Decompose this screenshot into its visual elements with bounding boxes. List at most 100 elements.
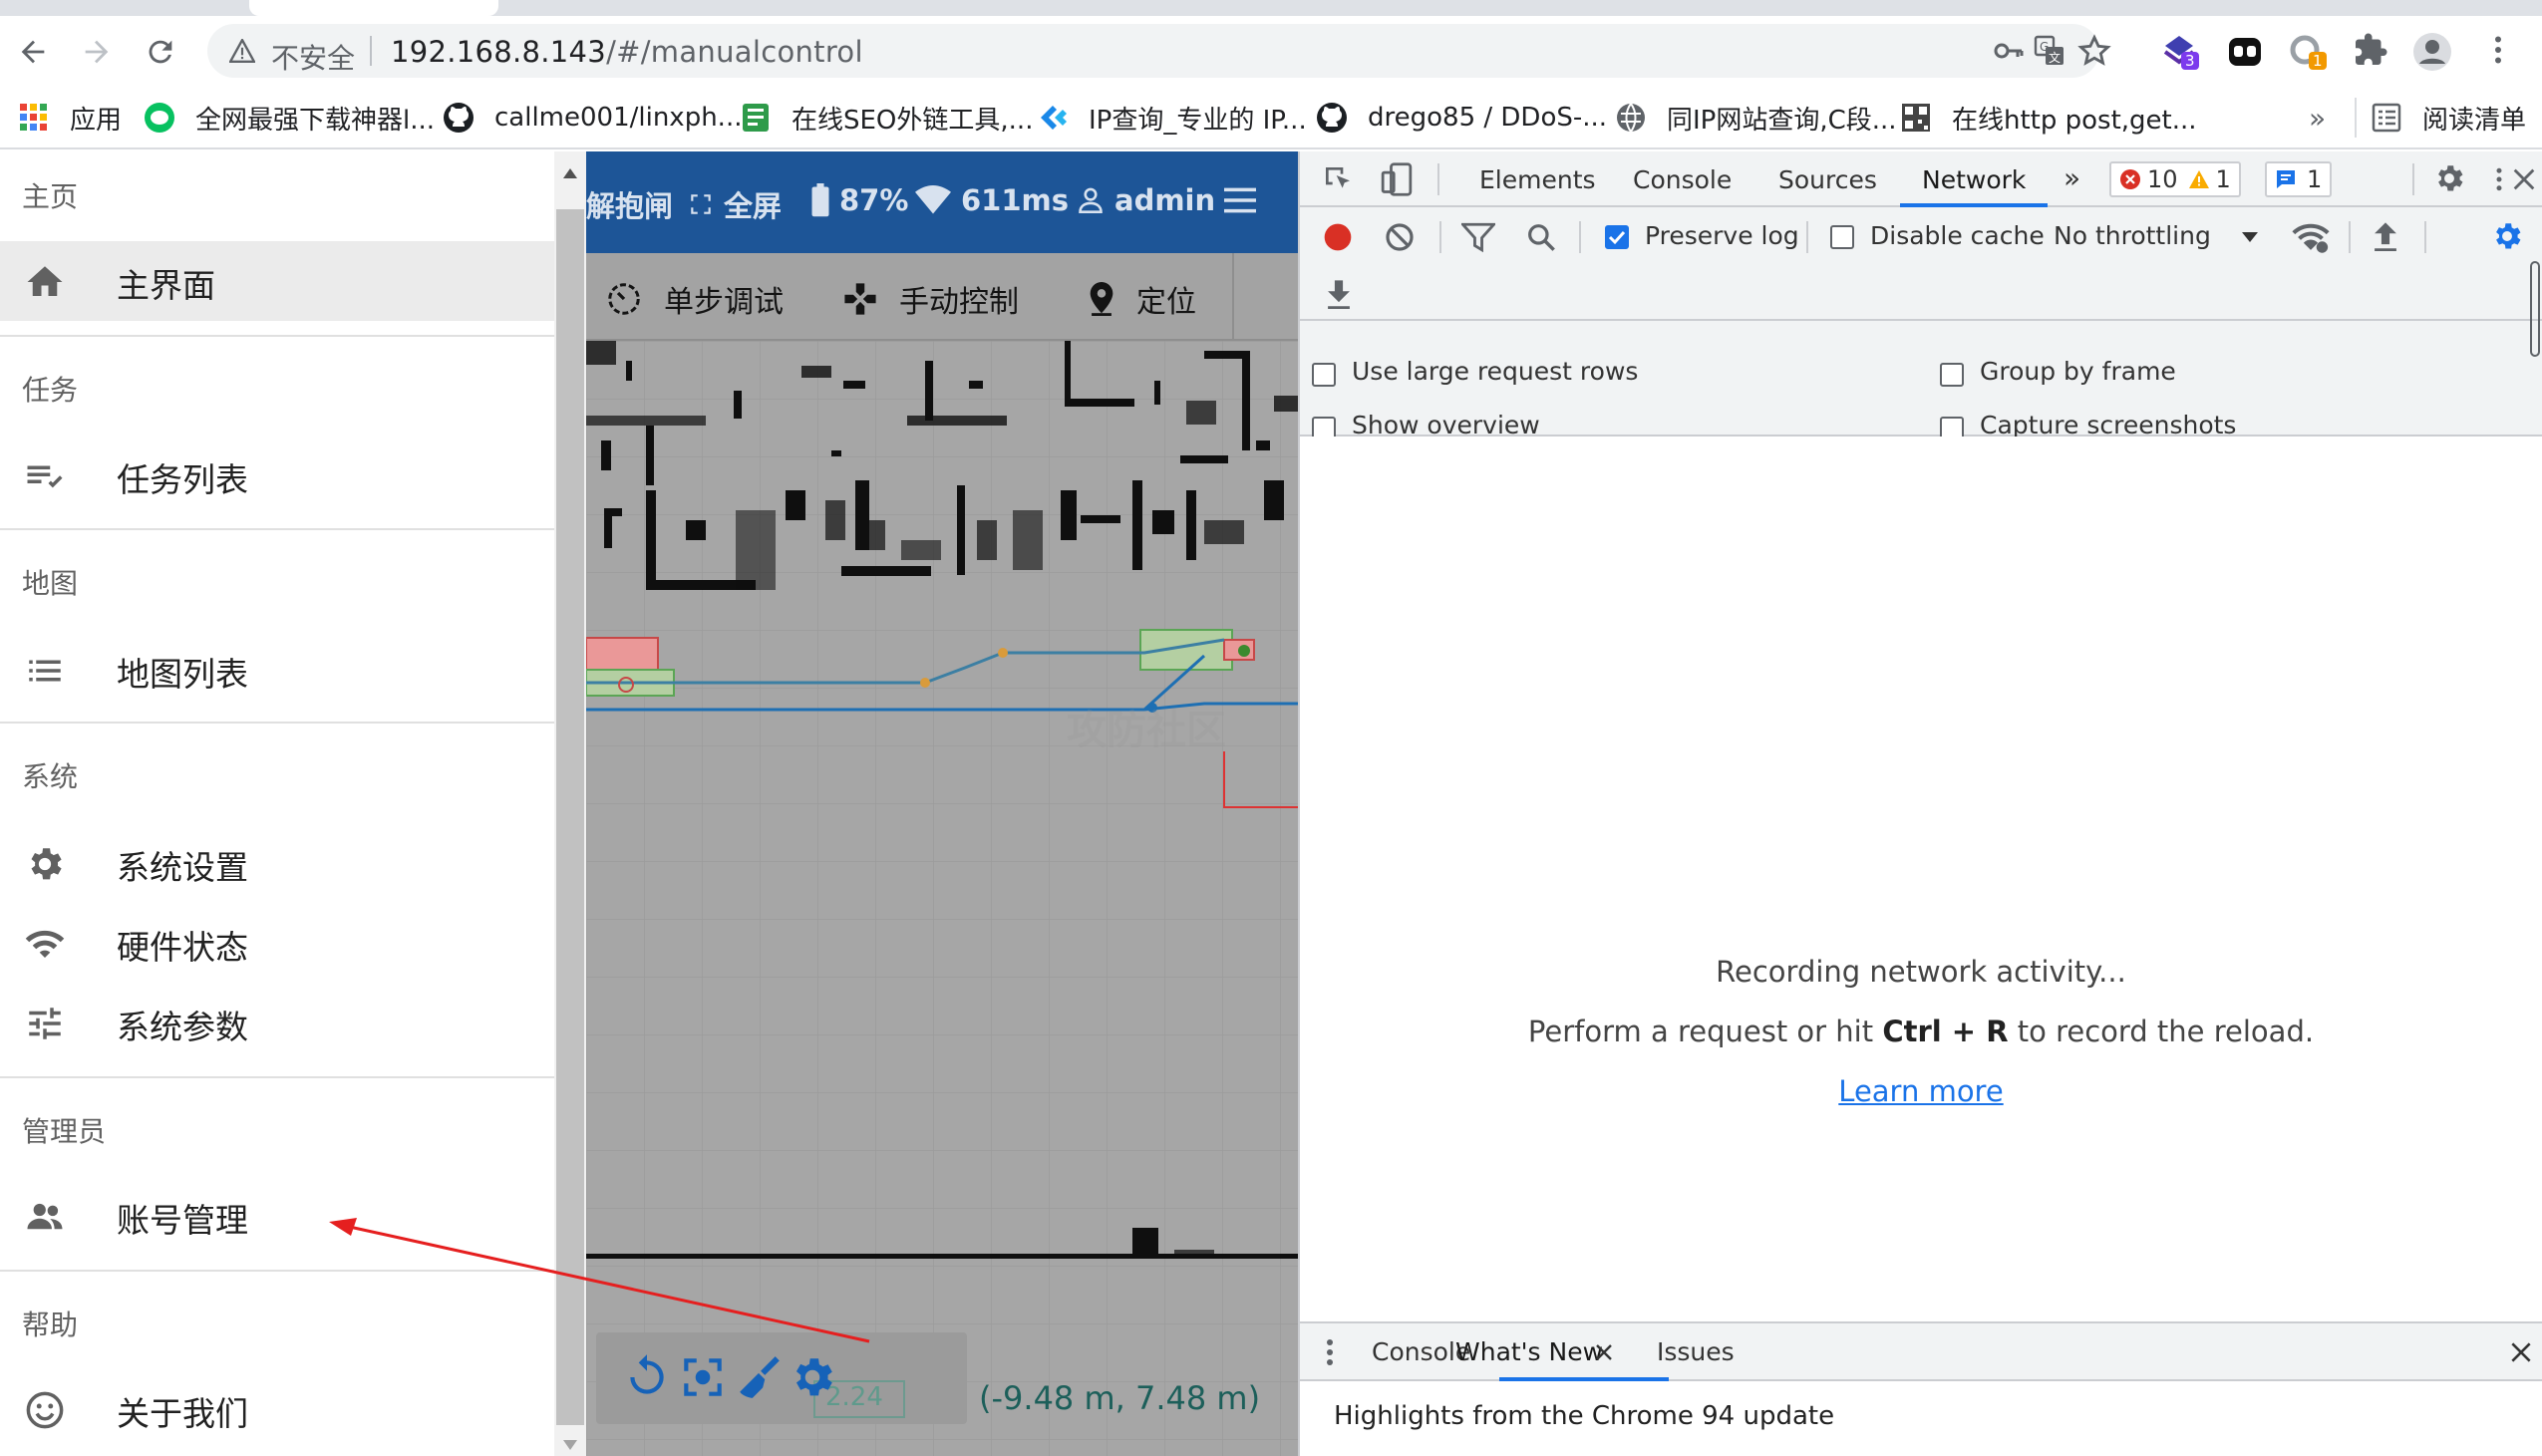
nav-item-system-params[interactable]: 系统参数 — [0, 983, 554, 1062]
rotate-icon[interactable] — [622, 1352, 672, 1402]
record-icon[interactable] — [1322, 221, 1354, 253]
nav-item-task-list[interactable]: 任务列表 — [0, 436, 554, 515]
mode-bar: 单步调试 手动控制 定位 — [586, 253, 1298, 341]
security-label[interactable]: 不安全 — [271, 37, 355, 77]
device-toolbar-icon[interactable] — [1380, 161, 1414, 197]
nav-item-about-us[interactable]: 关于我们 — [0, 1369, 554, 1449]
large-rows-checkbox[interactable] — [1312, 363, 1336, 387]
tab-sources[interactable]: Sources — [1778, 165, 1877, 194]
address-bar[interactable]: 不安全 192.168.8.143/#/manualcontrol G文 — [207, 24, 2111, 78]
messages-counter[interactable]: 1 — [2265, 161, 2333, 197]
forward-button[interactable] — [80, 35, 114, 69]
extension-3-button[interactable]: 1 — [2287, 32, 2327, 72]
reading-list-button[interactable]: 阅读清单 — [2371, 100, 2526, 136]
occupancy-map[interactable] — [586, 341, 1298, 1456]
step-debug-label: 单步调试 — [664, 285, 784, 320]
clear-icon[interactable] — [1384, 221, 1416, 253]
nav-item-map-list[interactable]: 地图列表 — [0, 630, 554, 710]
scroll-up-arrow-icon[interactable] — [562, 167, 578, 179]
more-tabs-button[interactable]: » — [2064, 161, 2080, 194]
issues-counter[interactable]: 10 1 — [2109, 161, 2241, 197]
map-canvas[interactable] — [586, 341, 1298, 1456]
back-button[interactable] — [16, 35, 50, 69]
disable-cache-label[interactable]: Disable cache — [1870, 221, 2045, 250]
focus-center-icon[interactable] — [678, 1352, 728, 1402]
group-by-frame-label[interactable]: Group by frame — [1980, 357, 2176, 386]
import-har-icon[interactable] — [2371, 219, 2400, 253]
bookmark-item[interactable]: 在线SEO外链工具,... — [740, 100, 1033, 136]
clear-broom-icon[interactable] — [734, 1352, 784, 1402]
bookmark-item[interactable]: callme001/linxph... — [443, 100, 742, 136]
bookmark-item[interactable]: drego85 / DDoS-... — [1316, 100, 1607, 136]
show-overview-label[interactable]: Show overview — [1352, 411, 1540, 439]
close-drawer-icon[interactable] — [2508, 1339, 2534, 1365]
drawer-scrollbar[interactable] — [554, 151, 586, 1456]
close-tab-icon[interactable] — [1595, 1343, 1613, 1361]
tab-network[interactable]: Network — [1922, 165, 2026, 194]
bookmark-label: callme001/linxph... — [494, 103, 743, 133]
tab-console[interactable]: Console — [1633, 165, 1732, 194]
learn-more-link[interactable]: Learn more — [1838, 1074, 2003, 1108]
inspect-element-icon[interactable] — [1322, 163, 1354, 195]
export-har-icon[interactable] — [1324, 277, 1354, 311]
search-icon[interactable] — [1525, 221, 1557, 253]
large-rows-label[interactable]: Use large request rows — [1352, 357, 1638, 386]
chevron-down-icon[interactable] — [2241, 231, 2259, 243]
network-conditions-icon[interactable] — [2291, 219, 2331, 255]
disable-cache-checkbox[interactable] — [1830, 225, 1854, 249]
gear-icon[interactable] — [2432, 161, 2466, 195]
nav-item-hardware-status[interactable]: 硬件状态 — [0, 903, 554, 983]
preserve-log-label[interactable]: Preserve log — [1645, 221, 1799, 250]
profile-button[interactable] — [2412, 32, 2452, 72]
tab-elements[interactable]: Elements — [1479, 165, 1596, 194]
drawer-menu-icon[interactable] — [1324, 1337, 1336, 1367]
extension-1-button[interactable]: 3 — [2159, 32, 2199, 72]
checklist-icon — [27, 465, 63, 488]
nav-item-label: 任务列表 — [117, 460, 248, 499]
translate-icon[interactable]: G文 — [2034, 35, 2065, 67]
learn-more-link-row: Learn more — [1300, 1074, 2542, 1108]
reload-button[interactable] — [144, 35, 177, 69]
throttling-select[interactable]: No throttling — [2054, 221, 2211, 250]
nav-item-system-settings[interactable]: 系统设置 — [0, 823, 554, 903]
toolbar-separator — [2424, 221, 2426, 253]
section-title-system: 系统 — [22, 760, 79, 793]
key-icon[interactable] — [1994, 39, 2024, 63]
gear-icon[interactable] — [788, 1352, 837, 1402]
url-text[interactable]: 192.168.8.143/#/manualcontrol — [391, 35, 863, 69]
hamburger-menu-button[interactable] — [1224, 187, 1266, 213]
back-arrow-icon — [21, 40, 45, 64]
network-settings-gear-icon[interactable] — [2490, 219, 2524, 253]
group-by-frame-checkbox[interactable] — [1940, 363, 1964, 387]
nav-item-main[interactable]: 主界面 — [0, 241, 554, 321]
manual-control-button[interactable]: 手动控制 — [843, 277, 1019, 321]
release-brake-button[interactable]: 解抱闸 — [586, 183, 673, 225]
drawer-tab-whats-new[interactable]: What's New — [1455, 1337, 1603, 1366]
close-icon[interactable] — [2510, 165, 2538, 193]
extension-2-button[interactable] — [2225, 32, 2265, 72]
locate-button[interactable]: 定位 — [1089, 277, 1196, 321]
extensions-menu-button[interactable] — [2353, 32, 2392, 72]
drawer-tab-issues[interactable]: Issues — [1657, 1337, 1735, 1366]
bookmark-item[interactable]: 同IP网站查询,C段... — [1615, 100, 1897, 136]
bookmarks-overflow-button[interactable]: » — [2309, 100, 2326, 136]
star-icon[interactable] — [2077, 34, 2111, 68]
devtools-scrollbar[interactable] — [2528, 261, 2542, 1397]
user-menu-button[interactable]: admin — [1077, 183, 1215, 217]
browser-tab[interactable] — [249, 0, 498, 16]
nav-item-account-management[interactable]: 账号管理 — [0, 1176, 554, 1256]
bookmark-item[interactable]: 全网最强下载神器l... — [144, 100, 435, 136]
filter-icon[interactable] — [1461, 221, 1495, 253]
drawer-scrollbar-thumb[interactable] — [556, 209, 584, 1425]
chrome-menu-button[interactable] — [2480, 32, 2520, 72]
bookmark-item[interactable]: IP查询_专业的 IP... — [1037, 100, 1307, 136]
bookmark-item[interactable]: 在线http post,get... — [1900, 100, 2197, 136]
devtools-scrollbar-thumb[interactable] — [2530, 261, 2540, 357]
preserve-log-checkbox[interactable] — [1605, 225, 1629, 249]
step-debug-button[interactable]: 单步调试 — [606, 277, 784, 321]
scroll-down-arrow-icon[interactable] — [562, 1439, 578, 1451]
svg-text:文: 文 — [2049, 50, 2061, 65]
fullscreen-button[interactable]: 全屏 — [688, 183, 782, 225]
bookmark-apps[interactable]: 应用 — [18, 100, 122, 136]
capture-screenshots-label[interactable]: Capture screenshots — [1980, 411, 2236, 439]
